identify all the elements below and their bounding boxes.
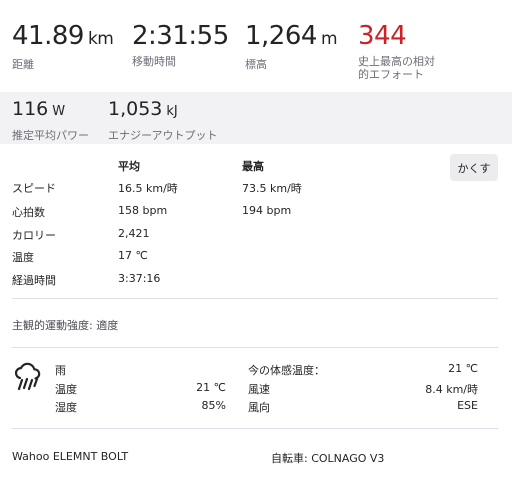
feels-like-label: 今の体感温度： (248, 364, 325, 377)
row-label-speed: スピード (12, 182, 56, 195)
wind-speed-label: 風速 (248, 383, 270, 396)
perceived-exertion: 主観的運動強度: 適度 (12, 319, 119, 332)
calories-avg: 2,421 (118, 227, 150, 240)
moving-time-value: 2:31:55 (132, 21, 229, 51)
energy-output-stat: 1,053 kJ エナジーアウトプット (108, 98, 218, 143)
row-label-temperature: 温度 (12, 251, 34, 264)
energy-output-label: エナジーアウトプット (108, 129, 218, 142)
wind-speed-value: 8.4 km/時 (425, 383, 478, 396)
relative-effort-label-line1: 史上最高の相対 (358, 55, 435, 68)
heart-rate-max: 194 bpm (242, 204, 292, 217)
energy-output-unit: kJ (166, 104, 178, 119)
power-band: 116 W 推定平均パワー 1,053 kJ エナジーアウトプット (0, 92, 512, 144)
weather-humidity-label: 湿度 (55, 401, 77, 414)
distance-unit: km (87, 29, 114, 49)
moving-time-label: 移動時間 (132, 55, 176, 68)
row-label-elapsed-time: 経過時間 (12, 274, 56, 287)
relative-effort-stat[interactable]: 344 史上最高の相対 的エフォート (358, 20, 435, 81)
hide-button[interactable]: かくす (450, 154, 498, 181)
elevation-value: 1,264 (245, 21, 317, 51)
elevation-unit: m (320, 29, 338, 49)
speed-avg: 16.5 km/時 (118, 182, 178, 195)
wind-direction-label: 風向 (248, 401, 270, 414)
avg-power-label: 推定平均パワー (12, 129, 89, 142)
elevation-stat: 1,264 m 標高 (245, 20, 338, 71)
weather-condition: 雨 (55, 364, 66, 377)
moving-time-stat: 2:31:55 移動時間 (132, 20, 229, 68)
relative-effort-label: 史上最高の相対 的エフォート (358, 55, 435, 81)
activity-summary: 41.89 km 距離 2:31:55 移動時間 1,264 m 標高 344 史上… (0, 0, 512, 92)
relative-effort-value: 344 (358, 21, 407, 51)
avg-power-value: 116 (12, 98, 49, 120)
weather-humidity-value: 85% (201, 399, 226, 412)
divider (12, 428, 498, 429)
row-label-heart-rate: 心拍数 (12, 206, 45, 219)
bike-name[interactable]: 自転車: COLNAGO V3 (271, 450, 384, 466)
weather-temp-value: 21 ℃ (196, 381, 226, 394)
avg-power-stat: 116 W 推定平均パワー (12, 98, 89, 143)
energy-output-value: 1,053 (108, 98, 163, 120)
weather-temp-label: 温度 (55, 383, 77, 396)
divider (12, 347, 498, 348)
distance-label: 距離 (12, 58, 34, 71)
speed-max: 73.5 km/時 (242, 182, 302, 195)
device-name: Wahoo ELEMNT BOLT (12, 450, 129, 463)
col-header-max: 最高 (242, 160, 264, 173)
divider (12, 298, 498, 299)
heart-rate-avg: 158 bpm (118, 204, 168, 217)
rain-cloud-icon (12, 360, 44, 392)
elevation-label: 標高 (245, 58, 267, 71)
relative-effort-label-line2: 的エフォート (358, 68, 424, 81)
row-label-calories: カロリー (12, 229, 56, 242)
distance-stat: 41.89 km 距離 (12, 20, 114, 71)
col-header-average: 平均 (118, 160, 140, 173)
temperature-avg: 17 ℃ (118, 249, 148, 262)
elapsed-time-avg: 3:37:16 (118, 272, 161, 285)
distance-value: 41.89 (12, 21, 84, 51)
feels-like-value: 21 ℃ (448, 362, 478, 375)
avg-power-unit: W (52, 104, 66, 119)
wind-direction-value: ESE (457, 399, 478, 412)
